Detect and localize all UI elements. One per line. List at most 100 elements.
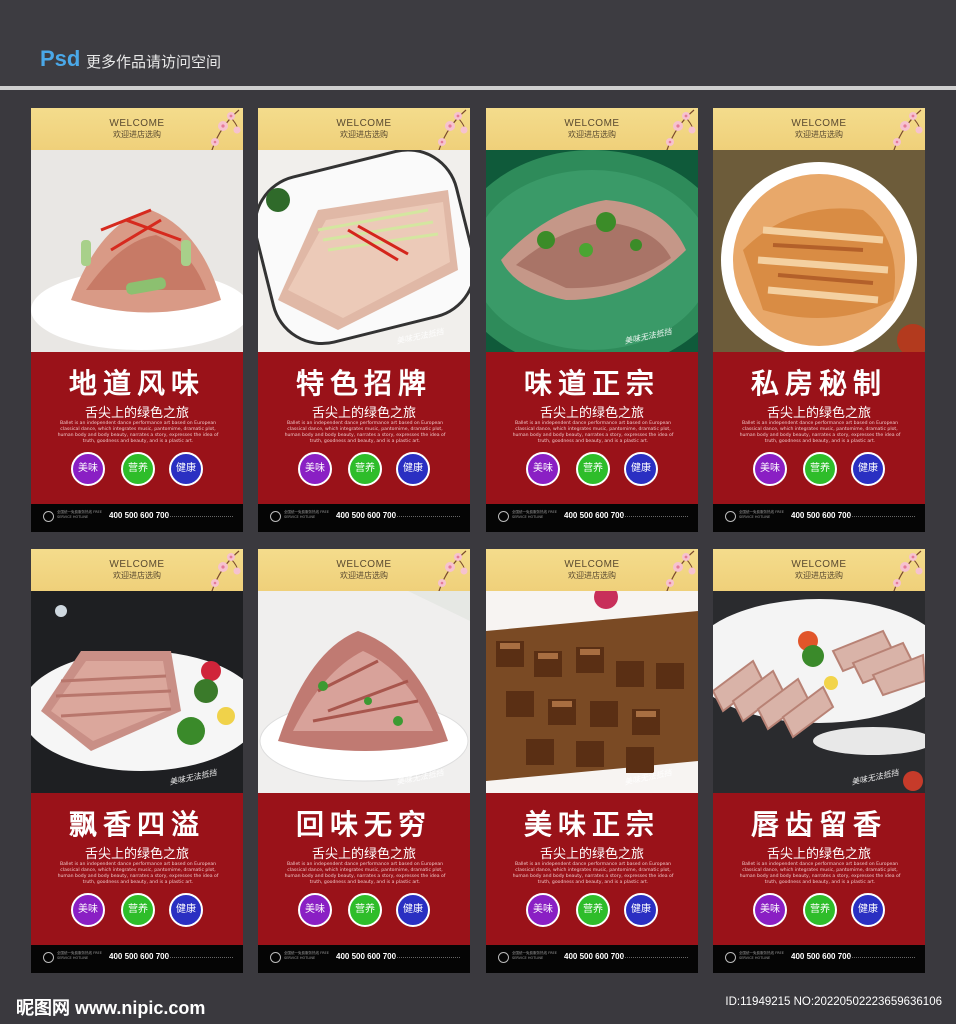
card-subtitle: 舌尖上的绿色之旅	[766, 847, 871, 862]
card-description: Ballet is an independent dance performan…	[57, 862, 219, 885]
dish-photo: 美味无法抵挡	[713, 591, 925, 793]
poster-card: WELCOME 欢迎进店选购 美味无法抵挡 特色招牌 舌尖上的绿色之旅 Ballet is…	[258, 108, 470, 532]
hotline-label: 全国统一免费服务热线 FREE SERVICE HOTLINE	[57, 951, 102, 960]
phone-logo-icon	[270, 511, 281, 522]
phone-logo-icon	[270, 952, 281, 963]
dish-photo: 美味无法抵挡	[486, 591, 698, 793]
badge-healthy: 健康	[851, 893, 885, 927]
footer-dotted-line	[167, 516, 233, 517]
hotline-number: 400 500 600 700	[109, 511, 170, 520]
dish-photo: 美味无法抵挡	[31, 150, 243, 352]
card-description: Ballet is an independent dance performan…	[739, 862, 901, 885]
psd-logo: Psd	[40, 46, 81, 71]
hotline-label: 全国统一免费服务热线 FREE SERVICE HOTLINE	[512, 951, 557, 960]
badge-tasty: 美味	[753, 893, 787, 927]
badge-healthy: 健康	[396, 893, 430, 927]
badge-group: 美味 营养 健康	[486, 893, 698, 927]
badge-group: 美味 营养 健康	[258, 893, 470, 927]
card-title: 回味无穷	[295, 808, 432, 841]
dish-photo: 美味无法抵挡	[258, 150, 470, 352]
badge-group: 美味 营养 健康	[713, 893, 925, 927]
phone-logo-icon	[498, 952, 509, 963]
top-bar: Psd 更多作品请访问空间	[0, 0, 956, 88]
card-subtitle: 舌尖上的绿色之旅	[311, 847, 416, 862]
card-subtitle: 舌尖上的绿色之旅	[84, 406, 189, 421]
card-title: 私房秘制	[750, 367, 887, 400]
poster-card: WELCOME 欢迎进店选购 美味无法抵挡 唇齿留香 舌尖上的绿色之旅 Ballet is…	[713, 549, 925, 973]
badge-nutrition: 营养	[121, 452, 155, 486]
badge-nutrition: 营养	[348, 452, 382, 486]
card-footer: 全国统一免费服务热线 FREE SERVICE HOTLINE 400 500 6…	[713, 945, 925, 973]
badge-nutrition: 营养	[803, 893, 837, 927]
hotline-label: 全国统一免费服务热线 FREE SERVICE HOTLINE	[739, 510, 784, 519]
card-title: 唇齿留香	[750, 808, 887, 841]
phone-logo-icon	[43, 952, 54, 963]
phone-logo-icon	[725, 511, 736, 522]
card-subtitle: 舌尖上的绿色之旅	[84, 847, 189, 862]
hotline-number: 400 500 600 700	[336, 952, 397, 961]
card-subtitle: 舌尖上的绿色之旅	[311, 406, 416, 421]
nipic-watermark: 昵图网 www.nipic.com	[16, 998, 206, 1018]
badge-group: 美味 营养 健康	[31, 452, 243, 486]
card-footer: 全国统一免费服务热线 FREE SERVICE HOTLINE 400 500 6…	[258, 945, 470, 973]
badge-healthy: 健康	[396, 452, 430, 486]
hotline-number: 400 500 600 700	[109, 952, 170, 961]
card-footer: 全国统一免费服务热线 FREE SERVICE HOTLINE 400 500 6…	[31, 945, 243, 973]
card-footer: 全国统一免费服务热线 FREE SERVICE HOTLINE 400 500 6…	[486, 504, 698, 532]
card-footer: 全国统一免费服务热线 FREE SERVICE HOTLINE 400 500 6…	[31, 504, 243, 532]
footer-dotted-line	[622, 516, 688, 517]
poster-card: WELCOME 欢迎进店选购 美味无法抵挡 地道风味 舌尖上的绿色之旅 Ballet is…	[31, 108, 243, 532]
footer-dotted-line	[394, 516, 460, 517]
card-subtitle: 舌尖上的绿色之旅	[539, 847, 644, 862]
badge-tasty: 美味	[298, 893, 332, 927]
badge-group: 美味 营养 健康	[486, 452, 698, 486]
phone-logo-icon	[725, 952, 736, 963]
badge-tasty: 美味	[526, 452, 560, 486]
badge-nutrition: 营养	[576, 452, 610, 486]
badge-healthy: 健康	[851, 452, 885, 486]
badge-healthy: 健康	[624, 893, 658, 927]
card-title: 味道正宗	[523, 367, 660, 400]
phone-logo-icon	[43, 511, 54, 522]
hotline-label: 全国统一免费服务热线 FREE SERVICE HOTLINE	[284, 510, 329, 519]
dish-photo: 美味无法抵挡	[486, 150, 698, 352]
badge-nutrition: 营养	[121, 893, 155, 927]
badge-tasty: 美味	[753, 452, 787, 486]
card-title: 美味正宗	[523, 808, 660, 841]
hotline-number: 400 500 600 700	[791, 952, 852, 961]
image-id-watermark: ID:11949215 NO:20220502223659636106	[725, 996, 942, 1008]
card-description: Ballet is an independent dance performan…	[57, 421, 219, 444]
badge-group: 美味 营养 健康	[258, 452, 470, 486]
hotline-label: 全国统一免费服务热线 FREE SERVICE HOTLINE	[57, 510, 102, 519]
badge-tasty: 美味	[71, 893, 105, 927]
card-title: 地道风味	[68, 367, 205, 400]
badge-tasty: 美味	[526, 893, 560, 927]
badge-nutrition: 营养	[576, 893, 610, 927]
hotline-number: 400 500 600 700	[791, 511, 852, 520]
footer-dotted-line	[622, 957, 688, 958]
poster-card: WELCOME 欢迎进店选购 美味无法抵挡 美味正宗 舌尖上的绿色之旅 Ballet is…	[486, 549, 698, 973]
card-subtitle: 舌尖上的绿色之旅	[539, 406, 644, 421]
card-description: Ballet is an independent dance performan…	[512, 862, 674, 885]
dish-photo: 美味无法抵挡	[31, 591, 243, 793]
hotline-number: 400 500 600 700	[564, 952, 625, 961]
footer-dotted-line	[849, 516, 915, 517]
hotline-number: 400 500 600 700	[564, 511, 625, 520]
poster-card: WELCOME 欢迎进店选购 美味无法抵挡 飘香四溢 舌尖上的绿色之旅 Ballet is…	[31, 549, 243, 973]
top-divider	[0, 86, 956, 90]
badge-tasty: 美味	[298, 452, 332, 486]
dish-photo: 美味无法抵挡	[258, 591, 470, 793]
hotline-label: 全国统一免费服务热线 FREE SERVICE HOTLINE	[284, 951, 329, 960]
card-description: Ballet is an independent dance performan…	[512, 421, 674, 444]
card-footer: 全国统一免费服务热线 FREE SERVICE HOTLINE 400 500 6…	[258, 504, 470, 532]
badge-tasty: 美味	[71, 452, 105, 486]
card-footer: 全国统一免费服务热线 FREE SERVICE HOTLINE 400 500 6…	[713, 504, 925, 532]
card-subtitle: 舌尖上的绿色之旅	[766, 406, 871, 421]
card-description: Ballet is an independent dance performan…	[739, 421, 901, 444]
badge-nutrition: 营养	[803, 452, 837, 486]
footer-dotted-line	[167, 957, 233, 958]
badge-nutrition: 营养	[348, 893, 382, 927]
card-footer: 全国统一免费服务热线 FREE SERVICE HOTLINE 400 500 6…	[486, 945, 698, 973]
dish-photo	[713, 150, 925, 352]
badge-healthy: 健康	[169, 452, 203, 486]
